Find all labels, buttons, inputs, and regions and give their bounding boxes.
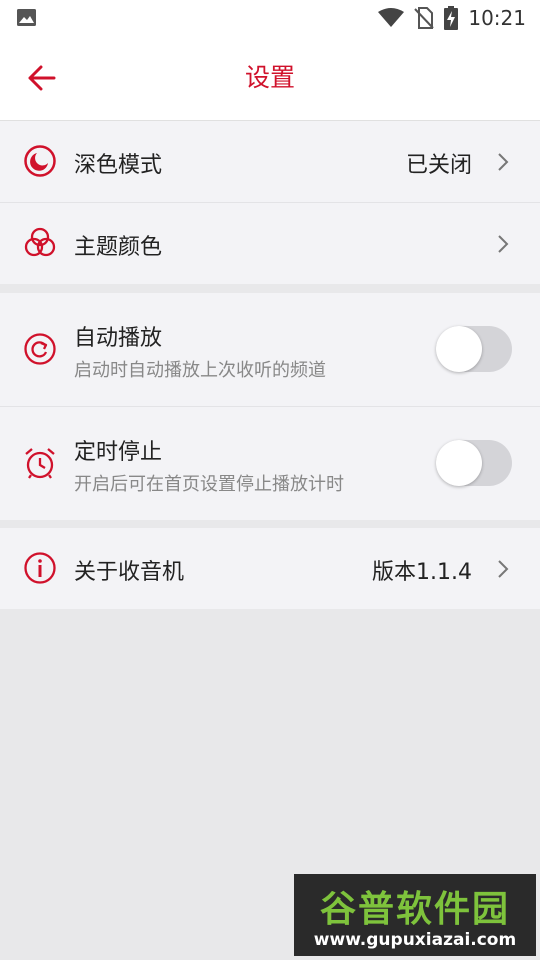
status-time: 10:21 [468,6,526,30]
battery-charging-icon [444,6,459,30]
app-bar: 设置 [0,36,540,121]
gallery-icon [17,9,36,26]
about-row[interactable]: 关于收音机 版本1.1.4 [0,528,540,609]
alarm-clock-icon [22,445,58,481]
timer-stop-row: 定时停止 开启后可在首页设置停止播放计时 [0,407,540,520]
autoplay-description: 启动时自动播放上次收听的频道 [74,360,326,381]
watermark-title: 谷普软件园 [319,889,510,930]
toggle-knob [436,440,482,486]
color-circles-icon [22,225,58,261]
timer-stop-toggle[interactable] [436,440,512,486]
timer-stop-description: 开启后可在首页设置停止播放计时 [74,474,344,495]
dark-mode-value: 已关闭 [405,153,472,178]
watermark-url: www.gupuxiazai.com [313,930,517,950]
autoplay-label: 自动播放 [74,326,163,351]
watermark: 谷普软件园 www.gupuxiazai.com [294,874,536,956]
theme-color-label: 主题颜色 [74,235,163,260]
dark-mode-label: 深色模式 [74,153,163,178]
about-label: 关于收音机 [74,560,185,585]
status-bar: 10:21 [0,0,540,36]
theme-color-row[interactable]: 主题颜色 [0,203,540,284]
chevron-right-icon [498,153,509,171]
appearance-group: 深色模式 已关闭 主题颜色 [0,121,540,284]
page-title: 设置 [244,63,295,92]
replay-icon [22,331,58,367]
timer-stop-label: 定时停止 [74,440,163,465]
info-icon [22,550,58,586]
chevron-right-icon [498,560,509,578]
moon-icon [22,143,58,179]
version-value: 版本1.1.4 [372,560,472,585]
autoplay-toggle[interactable] [436,326,512,372]
about-group: 关于收音机 版本1.1.4 [0,528,540,609]
wifi-icon [378,8,405,27]
toggle-knob [436,326,482,372]
no-sim-icon [414,7,435,29]
autoplay-row: 自动播放 启动时自动播放上次收听的频道 [0,293,540,407]
dark-mode-row[interactable]: 深色模式 已关闭 [0,121,540,203]
chevron-right-icon [498,235,509,253]
playback-group: 自动播放 启动时自动播放上次收听的频道 定时停止 开启后可在首页设置停止播放计时 [0,293,540,520]
